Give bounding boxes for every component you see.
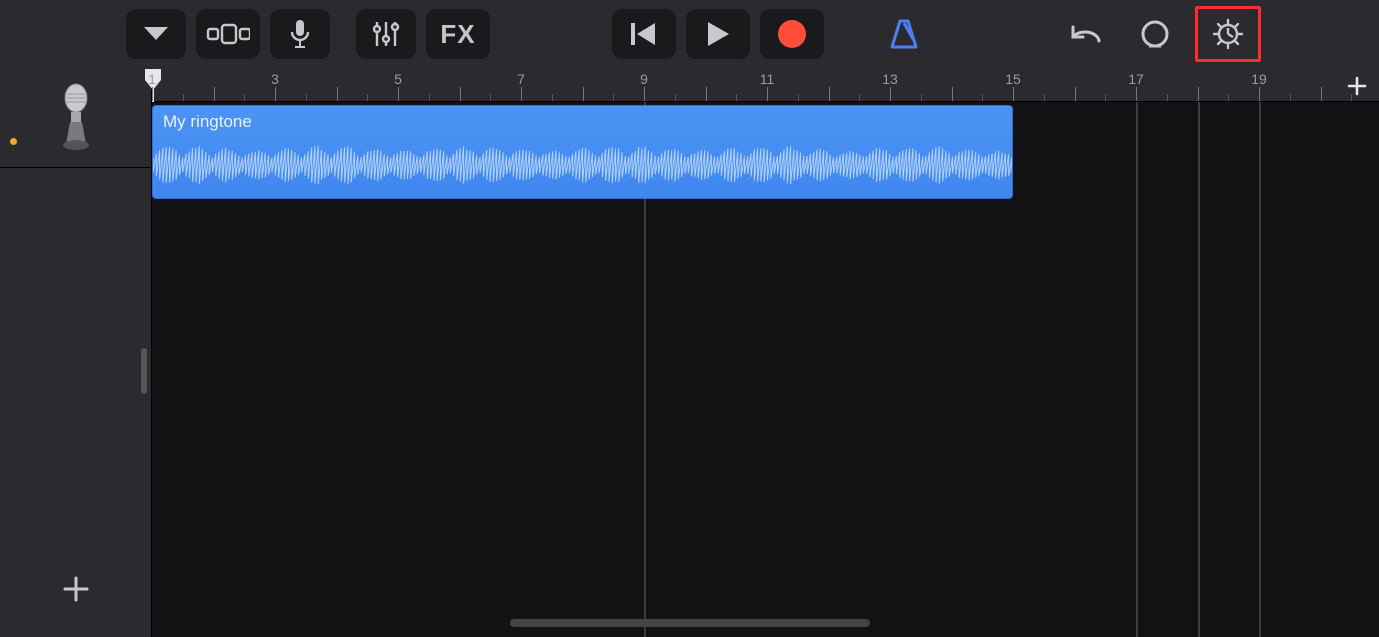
bar-ruler[interactable]: 135791113151719: [152, 68, 1379, 102]
tracks-view-icon: [206, 21, 250, 47]
ruler-subtick: [798, 94, 799, 101]
metronome-icon: [887, 17, 921, 51]
ruler-tick: [337, 87, 338, 101]
ruler-subtick: [859, 94, 860, 101]
home-indicator: [510, 619, 870, 627]
song-settings-button[interactable]: [1202, 13, 1254, 55]
timeline-pane[interactable]: 135791113151719 My ringtone: [152, 68, 1379, 637]
ruler-tick: [706, 87, 707, 101]
ruler-tick: [1136, 87, 1137, 101]
ruler-subtick: [982, 94, 983, 101]
metronome-button[interactable]: [874, 9, 934, 59]
tracks-view-button[interactable]: [196, 9, 260, 59]
clip-title: My ringtone: [163, 112, 252, 132]
add-track-button[interactable]: [0, 559, 151, 619]
rewind-start-icon: [629, 21, 659, 47]
ruler-subtick: [613, 94, 614, 101]
loop-browser-button[interactable]: [1125, 9, 1185, 59]
ruler-bar-number: 1: [148, 71, 156, 87]
ruler-tick: [460, 87, 461, 101]
ruler-subtick: [921, 94, 922, 101]
fx-button[interactable]: FX: [426, 9, 490, 59]
ruler-subtick: [736, 94, 737, 101]
undo-icon: [1067, 21, 1103, 47]
plus-icon: [1347, 76, 1367, 96]
undo-button[interactable]: [1055, 9, 1115, 59]
ruler-tick: [152, 87, 153, 101]
ruler-tick: [521, 87, 522, 101]
ruler-bar-number: 5: [394, 71, 402, 87]
input-settings-button[interactable]: [270, 9, 330, 59]
clip-waveform: [153, 138, 1012, 192]
ruler-bar-number: 9: [640, 71, 648, 87]
ruler-tick: [1075, 87, 1076, 101]
ruler-bar-number: 7: [517, 71, 525, 87]
go-to-start-button[interactable]: [612, 9, 676, 59]
fx-label: FX: [440, 19, 475, 50]
ruler-bar-number: 19: [1251, 71, 1267, 87]
ruler-bar-number: 3: [271, 71, 279, 87]
ruler-bar-number: 11: [760, 71, 775, 87]
ruler-subtick: [1228, 94, 1229, 101]
ruler-tick: [1198, 87, 1199, 101]
instrument-browser-button[interactable]: [126, 9, 186, 59]
ruler-tick: [1259, 87, 1260, 101]
ruler-tick: [890, 87, 891, 101]
ruler-bar-number: 13: [882, 71, 898, 87]
ruler-tick: [214, 87, 215, 101]
chevron-down-icon: [142, 24, 170, 44]
ruler-tick: [1013, 87, 1014, 101]
audio-clip[interactable]: My ringtone: [152, 105, 1013, 199]
ruler-subtick: [306, 94, 307, 101]
ruler-bar-number: 15: [1005, 71, 1021, 87]
ruler-subtick: [1167, 94, 1168, 101]
condenser-mic-icon: [56, 82, 96, 154]
ruler-subtick: [490, 94, 491, 101]
track-header[interactable]: [0, 68, 151, 168]
loop-browser-icon: [1139, 18, 1171, 50]
ruler-bar-number: 17: [1128, 71, 1144, 87]
ruler-tick: [398, 87, 399, 101]
gear-icon: [1212, 18, 1244, 50]
record-button[interactable]: [760, 9, 824, 59]
play-button[interactable]: [686, 9, 750, 59]
ruler-tick: [952, 87, 953, 101]
mixer-sliders-icon: [371, 19, 401, 49]
ruler-tick: [275, 87, 276, 101]
ruler-tick: [829, 87, 830, 101]
ruler-tick: [1321, 87, 1322, 101]
settings-highlight: [1195, 6, 1261, 62]
top-toolbar: FX: [0, 0, 1379, 68]
record-icon: [776, 18, 808, 50]
mixer-controls-button[interactable]: [356, 9, 416, 59]
ruler-subtick: [1290, 94, 1291, 101]
track-lane[interactable]: My ringtone: [152, 102, 1379, 202]
plus-icon: [61, 574, 91, 604]
ruler-subtick: [1351, 94, 1352, 101]
transport-controls: [612, 9, 824, 59]
ruler-subtick: [183, 94, 184, 101]
ruler-subtick: [675, 94, 676, 101]
ruler-subtick: [552, 94, 553, 101]
microphone-icon: [289, 18, 311, 50]
add-section-button[interactable]: [1343, 72, 1371, 100]
ruler-subtick: [244, 94, 245, 101]
play-icon: [705, 20, 731, 48]
ruler-tick: [767, 87, 768, 101]
track-headers-sidebar: [0, 68, 152, 637]
ruler-subtick: [429, 94, 430, 101]
ruler-tick: [583, 87, 584, 101]
ruler-subtick: [1105, 94, 1106, 101]
track-armed-dot: [10, 138, 17, 145]
ruler-subtick: [1044, 94, 1045, 101]
sidebar-scroll-thumb[interactable]: [141, 348, 147, 394]
ruler-tick: [644, 87, 645, 101]
ruler-subtick: [367, 94, 368, 101]
